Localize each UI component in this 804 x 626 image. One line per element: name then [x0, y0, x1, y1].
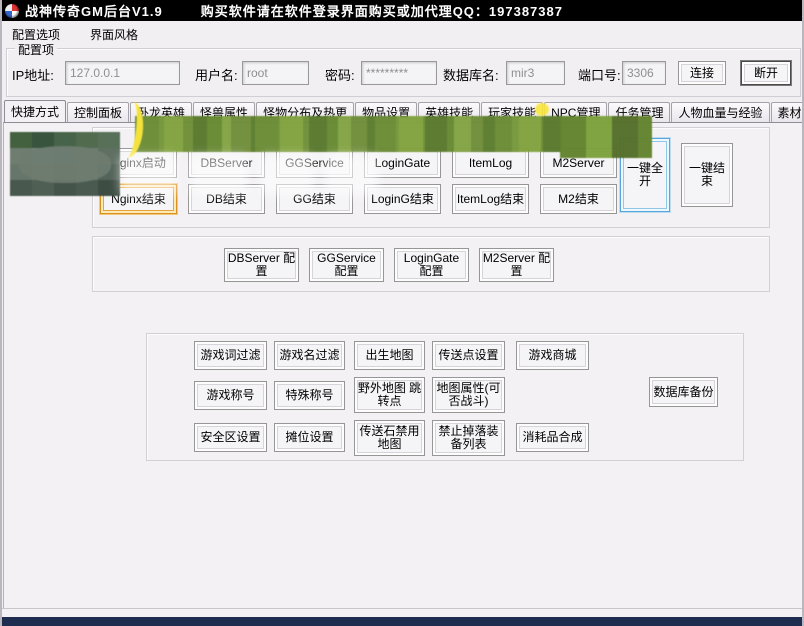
- tab-wolong-heroes[interactable]: 卧龙英雄: [130, 102, 192, 122]
- app-icon: [5, 4, 19, 18]
- no-drop-equipment-button[interactable]: 禁止掉落装备列表: [432, 420, 505, 456]
- nginx-stop-button[interactable]: Nginx结束: [100, 184, 177, 214]
- ggservice-start-button[interactable]: GGService: [276, 148, 353, 178]
- port-input[interactable]: [622, 61, 666, 85]
- game-mall-button[interactable]: 游戏商城: [516, 341, 589, 370]
- spawn-map-button[interactable]: 出生地图: [354, 341, 425, 370]
- app-window: 战神传奇GM后台V1.9 购买软件请在软件登录界面购买或加代理QQ：197387…: [0, 0, 804, 626]
- nginx-start-button[interactable]: Nginx启动: [100, 148, 177, 178]
- dbname-label: 数据库名:: [443, 65, 499, 84]
- tab-content: Nginx启动 DBServer GGService LoginGate Ite…: [3, 122, 803, 612]
- itemlog-stop-button[interactable]: ItemLog结束: [452, 184, 529, 214]
- tab-item-settings[interactable]: 物品设置: [355, 102, 417, 122]
- ggservice-config-button[interactable]: GGService 配置: [309, 248, 384, 282]
- ip-input[interactable]: [65, 61, 180, 85]
- game-title-button[interactable]: 游戏称号: [194, 381, 267, 410]
- m2-stop-button[interactable]: M2结束: [540, 184, 617, 214]
- teleport-point-button[interactable]: 传送点设置: [432, 341, 505, 370]
- password-label: 密码:: [325, 65, 355, 84]
- tab-monster-distribution[interactable]: 怪物分布及热更: [256, 102, 354, 122]
- stop-all-button[interactable]: 一键结束: [681, 143, 733, 207]
- word-filter-button[interactable]: 游戏词过滤: [194, 341, 267, 370]
- tab-player-skills[interactable]: 玩家技能: [481, 102, 543, 122]
- tab-control-panel[interactable]: 控制面板: [67, 102, 129, 122]
- tab-task-management[interactable]: 任务管理: [608, 102, 670, 122]
- consumable-craft-button[interactable]: 消耗品合成: [516, 423, 589, 452]
- wild-map-jump-button[interactable]: 野外地图 跳转点: [354, 377, 425, 413]
- safe-zone-button[interactable]: 安全区设置: [194, 423, 267, 452]
- tab-monster-attributes[interactable]: 怪兽属性: [193, 102, 255, 122]
- gg-stop-button[interactable]: GG结束: [276, 184, 353, 214]
- connection-config-row: IP地址: 用户名: 密码: 数据库名: 端口号: 连接 断开: [2, 48, 804, 97]
- dbserver-config-button[interactable]: DBServer 配置: [224, 248, 299, 282]
- tab-quick-actions[interactable]: 快捷方式: [4, 100, 66, 122]
- dbname-input[interactable]: [506, 61, 565, 85]
- teleport-stone-ban-button[interactable]: 传送石禁用地图: [354, 420, 425, 456]
- dbserver-start-button[interactable]: DBServer: [188, 148, 265, 178]
- server-control-panel: Nginx启动 DBServer GGService LoginGate Ite…: [92, 127, 770, 228]
- database-backup-button[interactable]: 数据库备份: [649, 377, 718, 407]
- disconnect-button[interactable]: 断开: [741, 61, 791, 85]
- game-settings-panel: 游戏词过滤 游戏名过滤 出生地图 传送点设置 游戏商城 游戏称号 特殊称号 野外…: [146, 333, 744, 461]
- itemlog-start-button[interactable]: ItemLog: [452, 148, 529, 178]
- m2server-start-button[interactable]: M2Server: [540, 148, 617, 178]
- username-input[interactable]: [242, 61, 309, 85]
- bottom-bar: [0, 617, 804, 626]
- tab-hero-skills[interactable]: 英雄技能: [418, 102, 480, 122]
- username-label: 用户名:: [195, 65, 238, 84]
- tab-asset-hot-update[interactable]: 素材热更: [771, 102, 804, 122]
- logingate-config-button[interactable]: LoginGate 配置: [394, 248, 469, 282]
- connect-button[interactable]: 连接: [678, 61, 726, 85]
- start-all-button[interactable]: 一键全开: [620, 138, 670, 212]
- db-stop-button[interactable]: DB结束: [188, 184, 265, 214]
- m2server-config-button[interactable]: M2Server 配置: [479, 248, 554, 282]
- map-attributes-button[interactable]: 地图属性(可否战斗): [432, 377, 505, 413]
- purchase-notice: 购买软件请在软件登录界面购买或加代理QQ：197387387: [201, 1, 563, 20]
- ip-label: IP地址:: [12, 65, 54, 84]
- tab-strip: 快捷方式 控制面板 卧龙英雄 怪兽属性 怪物分布及热更 物品设置 英雄技能 玩家…: [4, 100, 804, 122]
- tab-hp-and-exp[interactable]: 人物血量与经验: [671, 102, 769, 122]
- stall-settings-button[interactable]: 摊位设置: [274, 423, 345, 452]
- logingate-start-button[interactable]: LoginGate: [364, 148, 441, 178]
- menu-ui-style[interactable]: 界面风格: [84, 24, 144, 45]
- password-input[interactable]: [361, 61, 437, 85]
- special-title-button[interactable]: 特殊称号: [274, 381, 345, 410]
- name-filter-button[interactable]: 游戏名过滤: [274, 341, 345, 370]
- service-config-panel: DBServer 配置 GGService 配置 LoginGate 配置 M2…: [92, 236, 770, 292]
- window-title: 战神传奇GM后台V1.9: [25, 1, 163, 20]
- title-bar: 战神传奇GM后台V1.9 购买软件请在软件登录界面购买或加代理QQ：197387…: [0, 0, 804, 21]
- tab-npc-management[interactable]: NPC管理: [544, 102, 607, 122]
- loging-stop-button[interactable]: LoginG结束: [364, 184, 441, 214]
- status-bar: [2, 608, 804, 617]
- port-label: 端口号:: [578, 65, 621, 84]
